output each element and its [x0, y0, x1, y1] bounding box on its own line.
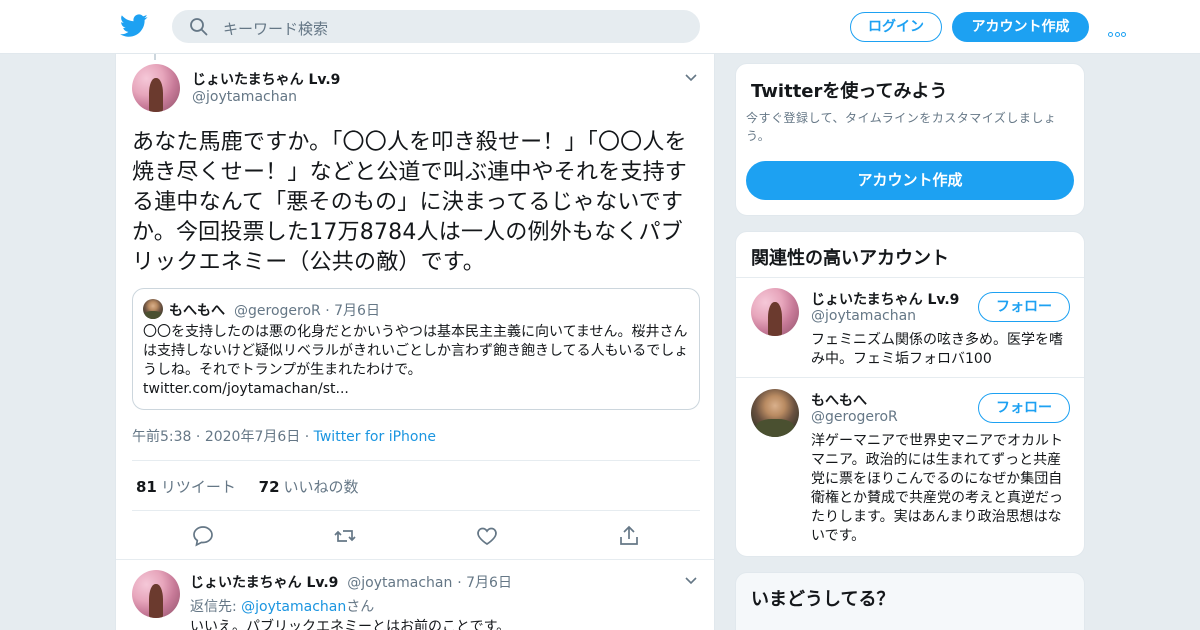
tweet-timestamp: 午前5:38 · 2020年7月6日 · Twitter for iPhone — [132, 429, 436, 445]
search-input[interactable]: キーワード検索 — [223, 18, 328, 39]
quoted-text: 〇〇を支持したのは悪の化身だとかいうやつは基本民主主義に向いてません。桜井さんは… — [143, 324, 689, 397]
card-title: Twitterを使ってみよう — [751, 81, 948, 102]
tweet-author-name[interactable]: じょいたまちゃん Lv.9 — [192, 69, 340, 89]
reply-to-handle-link[interactable]: @joytamachan — [241, 599, 346, 615]
search-bar[interactable]: キーワード検索 — [172, 10, 700, 43]
chevron-down-icon[interactable] — [685, 74, 697, 82]
divider — [132, 460, 700, 461]
thread-connector-line — [154, 54, 156, 60]
tweet-text: あなた馬鹿ですか。「〇〇人を叩き殺せー！」「〇〇人を焼き尽くせー！」などと公道で… — [132, 130, 688, 275]
avatar[interactable] — [132, 570, 180, 618]
follow-button[interactable]: フォロー — [978, 292, 1070, 322]
quoted-link[interactable]: twitter.com/joytamachan/st... — [143, 381, 349, 397]
quoted-avatar — [143, 299, 163, 319]
tweet-stats: 81 リツイート 72 いいねの数 — [136, 476, 359, 497]
reply-tweet[interactable]: じょいたまちゃん Lv.9 @joytamachan · 7月6日 返信先: @… — [116, 559, 714, 630]
tweet-source-link[interactable]: Twitter for iPhone — [314, 429, 436, 445]
related-accounts-card: 関連性の高いアカウント じょいたまちゃん Lv.9 @joytamachan フ… — [735, 231, 1085, 557]
twitter-bird-logo-icon[interactable] — [120, 13, 148, 39]
retweet-icon[interactable] — [333, 524, 357, 548]
like-heart-icon[interactable] — [475, 524, 499, 548]
tweet-actions — [186, 524, 646, 548]
avatar[interactable] — [751, 389, 799, 437]
quoted-author-handle: @gerogeroR · 7月6日 — [234, 303, 380, 319]
chevron-down-icon[interactable] — [685, 577, 697, 585]
account-name[interactable]: じょいたまちゃん Lv.9 — [811, 289, 959, 309]
share-icon[interactable] — [617, 524, 641, 548]
follow-button[interactable]: フォロー — [978, 393, 1070, 423]
like-count[interactable]: 72 いいねの数 — [259, 478, 359, 496]
divider — [132, 510, 700, 511]
quoted-tweet[interactable]: もへもへ @gerogeroR · 7月6日 〇〇を支持したのは悪の化身だとかい… — [132, 288, 700, 410]
card-title: いまどうしてる？ — [751, 589, 895, 610]
account-item[interactable]: もへもへ @gerogeroR フォロー 洋ゲーマニアで世界史マニアでオカルトマ… — [736, 379, 1084, 556]
reply-author-name[interactable]: じょいたまちゃん Lv.9 @joytamachan · 7月6日 — [190, 572, 512, 592]
quoted-author-name: もへもへ — [169, 303, 225, 319]
account-item[interactable]: じょいたまちゃん Lv.9 @joytamachan フォロー フェミニズム関係… — [736, 278, 1084, 378]
reply-to-line: 返信先: @joytamachanさん — [190, 599, 375, 615]
retweet-count[interactable]: 81 リツイート — [136, 478, 236, 496]
avatar[interactable] — [132, 64, 180, 112]
reply-text: いいえ。パブリックエネミーとはお前のことです。 — [190, 619, 511, 630]
account-handle[interactable]: @gerogeroR — [811, 409, 898, 425]
whats-happening-card: いまどうしてる？ — [735, 572, 1085, 630]
account-handle[interactable]: @joytamachan — [811, 308, 916, 324]
main-timeline: じょいたまちゃん Lv.9 @joytamachan あなた馬鹿ですか。「〇〇人… — [115, 54, 715, 630]
card-subtitle: 今すぐ登録して、タイムラインをカスタマイズしましょう。 — [746, 111, 1057, 143]
search-icon — [190, 18, 208, 36]
account-name[interactable]: もへもへ — [811, 390, 867, 410]
avatar[interactable] — [751, 288, 799, 336]
tweet-author-handle[interactable]: @joytamachan — [192, 89, 297, 105]
card-title: 関連性の高いアカウント — [751, 248, 949, 269]
account-bio: フェミニズム関係の呟き多め。医学を嗜み中。フェミ垢フォロバ100 — [811, 332, 1063, 367]
more-options-icon[interactable] — [1108, 22, 1130, 37]
signup-prompt-card: Twitterを使ってみよう 今すぐ登録して、タイムラインをカスタマイズしましょ… — [735, 63, 1085, 216]
top-bar: キーワード検索 ログイン アカウント作成 — [0, 0, 1200, 54]
login-button[interactable]: ログイン — [850, 12, 942, 42]
account-bio: 洋ゲーマニアで世界史マニアでオカルトマニア。政治的には生まれてずっと共産党に票を… — [811, 433, 1063, 544]
reply-icon[interactable] — [191, 524, 215, 548]
signup-button[interactable]: アカウント作成 — [952, 12, 1089, 42]
create-account-button[interactable]: アカウント作成 — [746, 161, 1074, 200]
